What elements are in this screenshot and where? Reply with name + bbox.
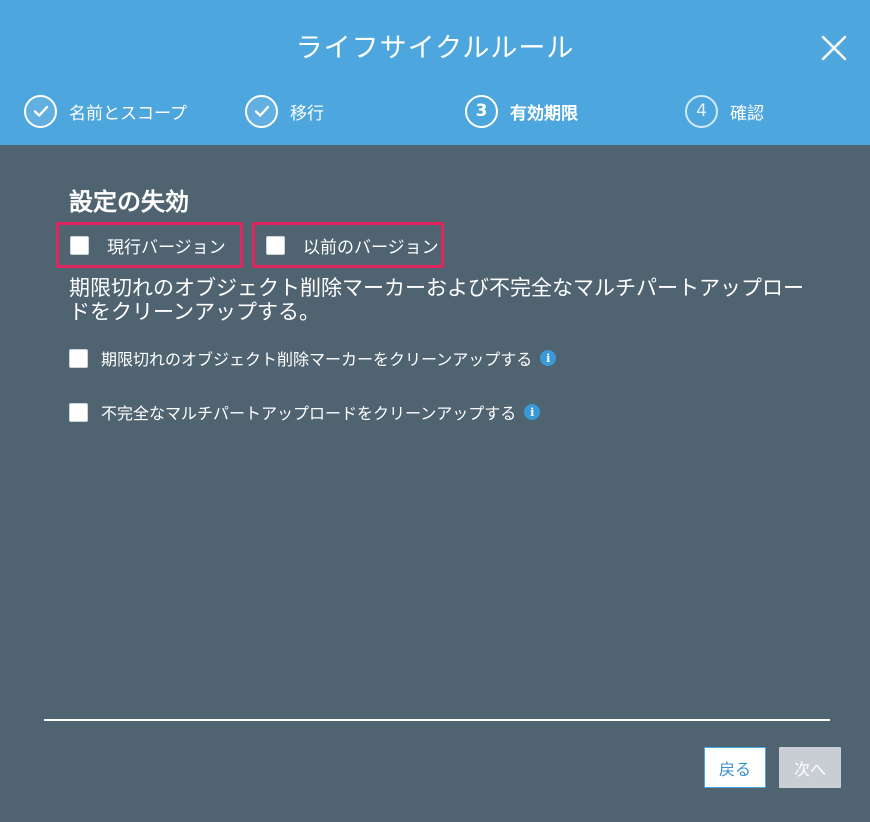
step-number-badge: 4 — [685, 94, 718, 128]
step-review[interactable]: 4 確認 — [685, 94, 764, 128]
step-transition[interactable]: 移行 — [245, 94, 324, 128]
current-version-option[interactable]: 現行バージョン — [56, 222, 243, 268]
info-icon[interactable]: i — [540, 350, 557, 366]
step-label: 有効期限 — [510, 103, 578, 124]
dialog-title: ライフサイクルルール — [295, 33, 575, 64]
current-version-checkbox[interactable] — [70, 235, 89, 255]
step-label: 移行 — [290, 103, 324, 124]
footer-divider — [44, 719, 830, 721]
previous-version-option[interactable]: 以前のバージョン — [252, 222, 444, 268]
step-number-badge: 3 — [465, 94, 498, 128]
cleanup-delete-markers-checkbox[interactable] — [69, 348, 88, 368]
check-icon — [24, 94, 57, 128]
previous-version-checkbox[interactable] — [266, 235, 285, 255]
cleanup-delete-markers-label: 期限切れのオブジェクト削除マーカーをクリーンアップする — [101, 350, 533, 369]
cleanup-delete-markers-option[interactable]: 期限切れのオブジェクト削除マーカーをクリーンアップする i — [69, 347, 557, 369]
step-number: 4 — [696, 101, 707, 121]
current-version-label: 現行バージョン — [107, 237, 226, 258]
back-button[interactable]: 戻る — [704, 747, 766, 788]
cleanup-description: 期限切れのオブジェクト削除マーカーおよび不完全なマルチパートアップロードをクリー… — [69, 276, 804, 324]
info-icon[interactable]: i — [524, 404, 541, 420]
close-icon[interactable] — [818, 32, 850, 64]
dialog-header: ライフサイクルルール 名前とスコープ 移行 3 有効期限 4 確認 — [0, 0, 870, 145]
step-label: 確認 — [730, 103, 764, 124]
step-expiration[interactable]: 3 有効期限 — [465, 94, 578, 128]
next-button[interactable]: 次へ — [779, 747, 841, 788]
cleanup-multipart-checkbox[interactable] — [69, 402, 88, 422]
section-title: 設定の失効 — [69, 188, 189, 216]
previous-version-label: 以前のバージョン — [303, 237, 439, 258]
step-name-scope[interactable]: 名前とスコープ — [24, 94, 187, 128]
step-label: 名前とスコープ — [69, 103, 187, 124]
cleanup-multipart-option[interactable]: 不完全なマルチパートアップロードをクリーンアップする i — [69, 401, 541, 423]
step-number: 3 — [475, 101, 488, 121]
cleanup-multipart-label: 不完全なマルチパートアップロードをクリーンアップする — [101, 404, 517, 423]
check-icon — [245, 94, 278, 128]
